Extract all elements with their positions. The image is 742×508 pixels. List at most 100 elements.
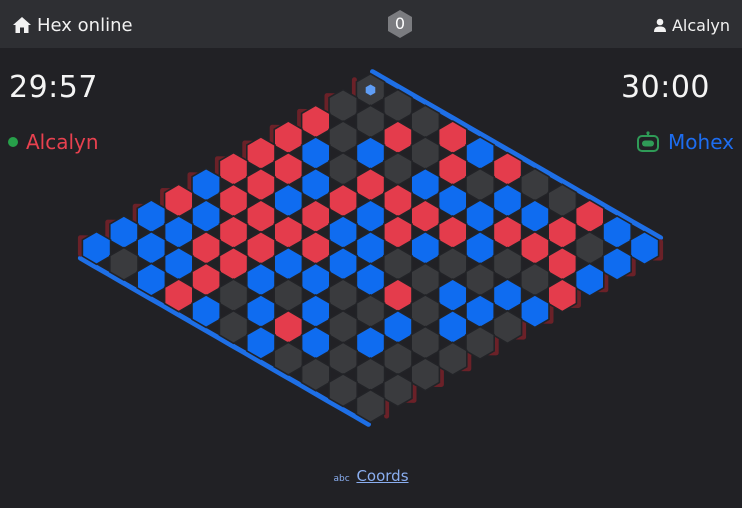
hex-cell-red[interactable]	[492, 151, 523, 187]
hex-cell-blue[interactable]	[109, 214, 139, 250]
hex-cell-red[interactable]	[382, 120, 413, 155]
hex-cell-blue[interactable]	[602, 214, 633, 250]
hex-cell-empty[interactable]	[492, 309, 523, 345]
hex-cell-red[interactable]	[300, 230, 331, 266]
hex-cell-blue[interactable]	[191, 199, 221, 234]
hex-cell-empty[interactable]	[465, 167, 496, 203]
hex-cell-red[interactable]	[382, 214, 413, 250]
hex-cell-red[interactable]	[382, 183, 413, 218]
hex-cell-blue[interactable]	[328, 246, 359, 282]
hex-cell-blue[interactable]	[519, 199, 550, 234]
hex-cell-blue[interactable]	[410, 230, 441, 266]
hex-cell-red[interactable]	[246, 167, 276, 203]
hex-cell-empty[interactable]	[437, 341, 468, 376]
hex-cell-blue[interactable]	[246, 262, 276, 297]
hex-cell-empty[interactable]	[300, 357, 331, 392]
hex-cell-blue[interactable]	[602, 246, 633, 282]
hex-cell-blue[interactable]	[81, 230, 112, 266]
hex-cell-empty[interactable]	[273, 341, 304, 376]
coords-link[interactable]: Coords	[356, 467, 408, 485]
hex-cell-empty[interactable]	[382, 88, 413, 124]
hex-cell-red[interactable]	[246, 230, 276, 266]
hex-cell-empty[interactable]	[410, 262, 441, 297]
hex-cell-red[interactable]	[437, 120, 468, 155]
hex-cell-empty[interactable]	[410, 104, 441, 139]
hex-cell-empty[interactable]	[328, 88, 359, 124]
hex-cell-blue[interactable]	[273, 183, 304, 218]
hex-cell-empty[interactable]	[519, 262, 550, 297]
hex-cell-empty[interactable]	[218, 278, 249, 313]
hex-cell-red[interactable]	[246, 199, 276, 234]
coords-toggle[interactable]: abc Coords	[0, 467, 742, 485]
hex-cell-blue[interactable]	[492, 278, 523, 313]
hex-cell-empty[interactable]	[328, 341, 359, 376]
hex-cell-red[interactable]	[273, 309, 304, 345]
hex-cell-blue[interactable]	[300, 262, 331, 297]
hex-cell-empty[interactable]	[410, 135, 441, 171]
hex-cell-blue[interactable]	[355, 199, 386, 234]
hex-cell-red[interactable]	[547, 246, 578, 282]
hex-cell-empty[interactable]	[465, 325, 496, 361]
hex-cell-blue[interactable]	[136, 230, 167, 266]
hex-cell-empty[interactable]	[382, 246, 413, 282]
hex-cell-empty[interactable]	[328, 372, 359, 408]
hex-cell-red[interactable]	[547, 278, 578, 313]
hex-cell-empty[interactable]	[410, 357, 441, 392]
hex-cell-blue[interactable]	[191, 293, 221, 329]
hex-cell-empty[interactable]	[109, 246, 139, 282]
hex-cell-empty[interactable]	[218, 309, 249, 345]
hex-cell-red[interactable]	[218, 214, 249, 250]
hex-cell-red[interactable]	[328, 183, 359, 218]
hex-cell-blue[interactable]	[300, 167, 331, 203]
hex-cell-blue[interactable]	[246, 293, 276, 329]
hex-cell-blue[interactable]	[437, 278, 468, 313]
hex-cell-blue[interactable]	[136, 199, 167, 234]
hex-cell-empty[interactable]	[328, 278, 359, 313]
hex-cell-empty[interactable]	[328, 120, 359, 155]
hex-cell-blue[interactable]	[300, 293, 331, 329]
hex-cell-blue[interactable]	[574, 262, 605, 297]
hex-cell-empty[interactable]	[382, 151, 413, 187]
hex-cell-red[interactable]	[273, 151, 304, 187]
hex-cell-blue[interactable]	[437, 309, 468, 345]
hex-cell-blue[interactable]	[465, 293, 496, 329]
hex-cell-blue[interactable]	[437, 183, 468, 218]
hex-cell-empty[interactable]	[355, 357, 386, 392]
hex-cell-red[interactable]	[300, 199, 331, 234]
hex-cell-blue[interactable]	[136, 262, 167, 297]
hex-cell-blue[interactable]	[355, 230, 386, 266]
hex-cell-red[interactable]	[191, 230, 221, 266]
hex-cell-blue[interactable]	[163, 214, 194, 250]
hex-cell-empty[interactable]	[328, 151, 359, 187]
hex-cell-empty[interactable]	[273, 278, 304, 313]
hex-cell-blue[interactable]	[355, 325, 386, 361]
hex-cell-empty[interactable]	[382, 372, 413, 408]
hex-cell-blue[interactable]	[355, 262, 386, 297]
hex-cell-blue[interactable]	[465, 199, 496, 234]
hex-cell-red[interactable]	[547, 214, 578, 250]
hex-cell-red[interactable]	[437, 151, 468, 187]
hex-cell-red[interactable]	[492, 214, 523, 250]
hex-cell-red[interactable]	[519, 230, 550, 266]
hex-cell-red[interactable]	[191, 262, 221, 297]
hex-cell-blue[interactable]	[355, 135, 386, 171]
hex-cell-blue[interactable]	[246, 325, 276, 361]
hex-cell-blue[interactable]	[328, 214, 359, 250]
hex-cell-empty[interactable]	[547, 183, 578, 218]
hex-cell-empty[interactable]	[519, 167, 550, 203]
hex-cell-red[interactable]	[355, 167, 386, 203]
hex-cell-blue[interactable]	[191, 167, 221, 203]
hex-cell-empty[interactable]	[574, 230, 605, 266]
hex-cell-blue[interactable]	[382, 309, 413, 345]
hex-cell-empty[interactable]	[328, 309, 359, 345]
hex-cell-red[interactable]	[273, 214, 304, 250]
hex-cell-red[interactable]	[273, 120, 304, 155]
hex-cell-red[interactable]	[410, 199, 441, 234]
hex-cell-blue[interactable]	[163, 246, 194, 282]
hex-cell-red[interactable]	[163, 183, 194, 218]
hex-cell-empty[interactable]	[355, 388, 386, 424]
hex-cell-empty[interactable]	[382, 341, 413, 376]
hex-cell-empty[interactable]	[355, 293, 386, 329]
hex-cell-empty[interactable]	[492, 246, 523, 282]
hex-cell-empty[interactable]	[410, 293, 441, 329]
